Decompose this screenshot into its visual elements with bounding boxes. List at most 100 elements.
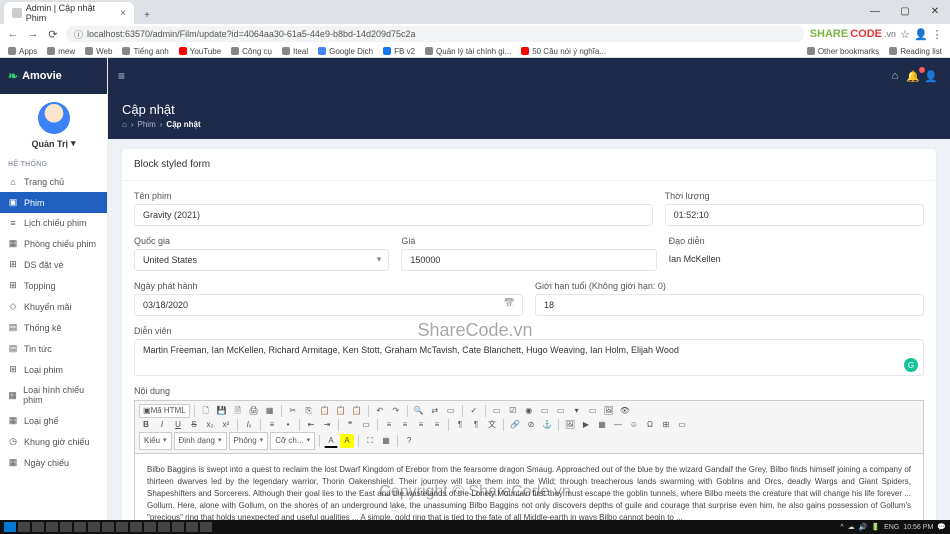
lang-icon[interactable]: 文 [485, 418, 499, 432]
taskbar-item[interactable] [116, 522, 128, 532]
bookmark-item[interactable]: Quản lý tài chính gi... [425, 47, 511, 56]
source-button[interactable]: ▣ Mã HTML [139, 404, 190, 418]
superscript-icon[interactable]: x² [219, 418, 233, 432]
name-input[interactable] [134, 204, 653, 226]
sidebar-item-11[interactable]: ▦Loại ghế [0, 410, 107, 431]
bookmark-item[interactable]: YouTube [179, 47, 221, 56]
sidebar-item-12[interactable]: ◷Khung giờ chiếu [0, 431, 107, 452]
showblocks-icon[interactable]: ▦ [379, 434, 393, 448]
removefmt-icon[interactable]: Iₓ [242, 418, 256, 432]
taskbar-item[interactable] [158, 522, 170, 532]
selectall-icon[interactable]: ▭ [444, 404, 458, 418]
table-icon[interactable]: ▦ [595, 418, 609, 432]
taskbar-item[interactable] [200, 522, 212, 532]
menu-icon[interactable]: ⋮ [930, 27, 944, 41]
align-justify-icon[interactable]: ≡ [430, 418, 444, 432]
bookmark-item[interactable]: mew [47, 47, 75, 56]
cast-input[interactable] [134, 339, 924, 376]
textfield-icon[interactable]: ▭ [538, 404, 552, 418]
minimize-button[interactable]: — [860, 0, 890, 22]
taskbar-item[interactable] [172, 522, 184, 532]
bgcolor-icon[interactable]: A [340, 434, 354, 448]
username-dropdown[interactable]: Quản Trị▾ [31, 138, 75, 149]
outdent-icon[interactable]: ⇤ [304, 418, 318, 432]
taskbar-item[interactable] [186, 522, 198, 532]
user-icon[interactable]: 👤 [922, 70, 940, 83]
bell-icon[interactable]: 🔔 [904, 70, 922, 83]
start-button[interactable] [4, 522, 16, 532]
spell-icon[interactable]: ✓ [467, 404, 481, 418]
strike-icon[interactable]: S [187, 418, 201, 432]
checkbox-icon[interactable]: ☑ [506, 404, 520, 418]
sidebar-item-8[interactable]: ▤Tin tức [0, 338, 107, 359]
maximize-button[interactable]: ▢ [890, 0, 920, 22]
cut-icon[interactable]: ✂ [286, 404, 300, 418]
bookmark-item[interactable]: Tiếng anh [122, 47, 168, 56]
bookmark-item[interactable]: Iteal [282, 47, 308, 56]
rtl-icon[interactable]: ¶ [469, 418, 483, 432]
grammarly-icon[interactable]: G [904, 358, 918, 372]
close-tab-icon[interactable]: × [120, 8, 126, 19]
bookmark-item[interactable]: Google Dịch [318, 47, 373, 56]
ltr-icon[interactable]: ¶ [453, 418, 467, 432]
copy-icon[interactable]: ⎘ [302, 404, 316, 418]
specialchar-icon[interactable]: Ω [643, 418, 657, 432]
taskbar-item[interactable] [32, 522, 44, 532]
browser-tab[interactable]: Admin | Cập nhật Phim × [4, 2, 134, 24]
new-tab-button[interactable]: + [138, 6, 156, 24]
align-right-icon[interactable]: ≡ [414, 418, 428, 432]
size-combo[interactable]: Cỡ ch... [270, 432, 315, 450]
font-combo[interactable]: Phông [229, 432, 269, 450]
sidebar-item-13[interactable]: ▦Ngày chiếu [0, 452, 107, 473]
undo-icon[interactable]: ↶ [373, 404, 387, 418]
forward-button[interactable]: → [26, 27, 40, 41]
bookmark-item[interactable]: FB v2 [383, 47, 415, 56]
form-icon[interactable]: ▭ [490, 404, 504, 418]
sidebar-item-1[interactable]: ▣Phim [0, 192, 107, 213]
agelimit-input[interactable] [535, 294, 924, 316]
address-bar[interactable]: ⓘ localhost:63570/admin/Film/update?id=4… [66, 26, 804, 42]
menu-toggle-icon[interactable]: ≡ [118, 69, 125, 83]
bookmark-item[interactable]: 50 Câu nói ý nghĩa... [521, 47, 606, 56]
sidebar-item-2[interactable]: ≡Lịch chiếu phim [0, 213, 107, 233]
sidebar-item-10[interactable]: ▦Loại hình chiếu phim [0, 380, 107, 410]
hidden-icon[interactable]: 👁 [618, 404, 632, 418]
sidebar-item-5[interactable]: ⊞Topping [0, 275, 107, 296]
ol-icon[interactable]: ≡ [265, 418, 279, 432]
taskbar-item[interactable] [144, 522, 156, 532]
sidebar-item-9[interactable]: ⊞Loại phim [0, 359, 107, 380]
flash-icon[interactable]: ▶ [579, 418, 593, 432]
editor-content[interactable]: Bilbo Baggins is swept into a quest to r… [135, 454, 923, 520]
paste-word-icon[interactable]: 📋 [350, 404, 364, 418]
star-icon[interactable]: ☆ [898, 27, 912, 41]
div-icon[interactable]: ▭ [359, 418, 373, 432]
ul-icon[interactable]: • [281, 418, 295, 432]
preview-icon[interactable]: 🗎 [231, 404, 245, 418]
indent-icon[interactable]: ⇥ [320, 418, 334, 432]
align-center-icon[interactable]: ≡ [398, 418, 412, 432]
taskbar-item[interactable] [18, 522, 30, 532]
breadcrumb-mid[interactable]: Phim [138, 120, 156, 129]
price-input[interactable] [401, 249, 656, 271]
taskbar-item[interactable] [74, 522, 86, 532]
align-left-icon[interactable]: ≡ [382, 418, 396, 432]
save-icon[interactable]: 💾 [215, 404, 229, 418]
taskbar-item[interactable] [102, 522, 114, 532]
hr-icon[interactable]: — [611, 418, 625, 432]
replace-icon[interactable]: ⇄ [428, 404, 442, 418]
anchor-icon[interactable]: ⚓ [540, 418, 554, 432]
taskbar-item[interactable] [46, 522, 58, 532]
find-icon[interactable]: 🔍 [412, 404, 426, 418]
back-button[interactable]: ← [6, 27, 20, 41]
bold-icon[interactable]: B [139, 418, 153, 432]
sidebar-item-4[interactable]: ⊞DS đặt vé [0, 254, 107, 275]
duration-input[interactable] [665, 204, 924, 226]
avatar[interactable] [38, 102, 70, 134]
taskbar-item[interactable] [88, 522, 100, 532]
home-icon[interactable]: ⌂ [886, 70, 904, 82]
taskbar-item[interactable] [60, 522, 72, 532]
radio-icon[interactable]: ◉ [522, 404, 536, 418]
smiley-icon[interactable]: ☺ [627, 418, 641, 432]
textarea-icon[interactable]: ▭ [554, 404, 568, 418]
profile-icon[interactable]: 👤 [914, 27, 928, 41]
